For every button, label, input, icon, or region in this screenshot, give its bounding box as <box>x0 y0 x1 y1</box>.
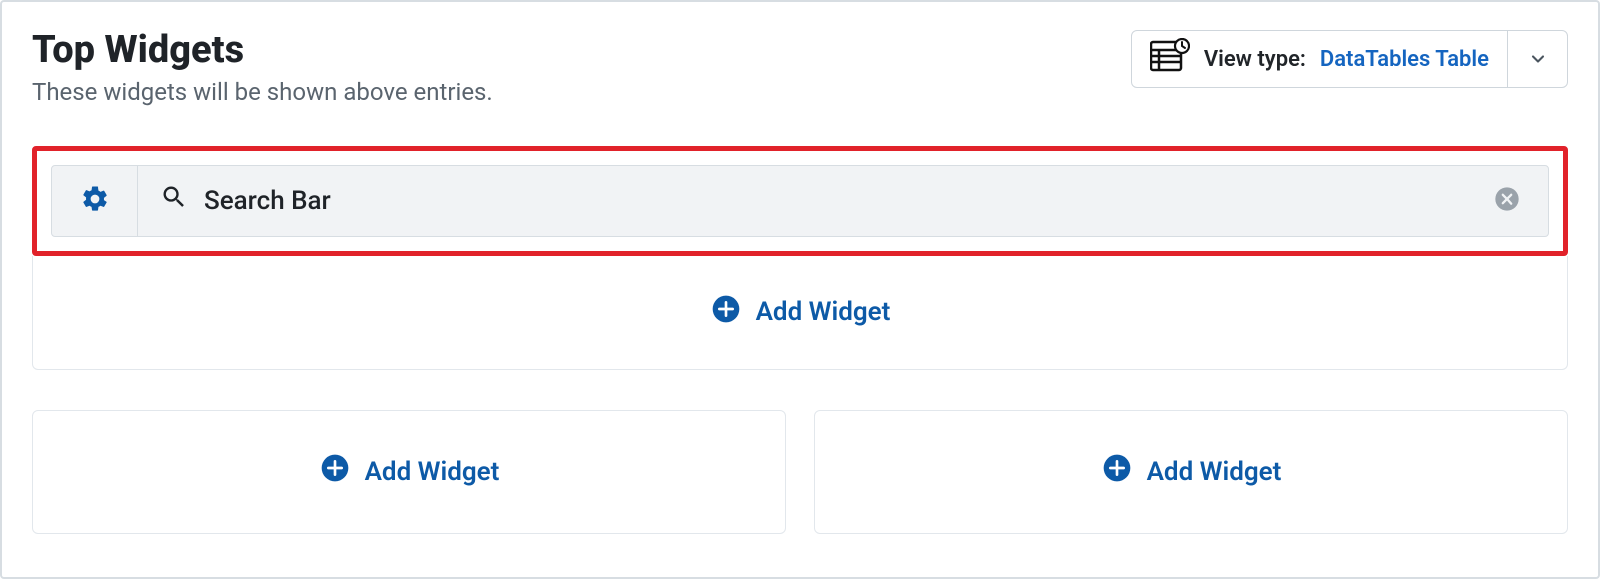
view-type-value: DataTables Table <box>1320 47 1489 72</box>
widget-label: Search Bar <box>204 186 331 216</box>
widget-remove-button[interactable] <box>1476 166 1548 236</box>
search-icon <box>160 183 188 218</box>
add-widget-label: Add Widget <box>756 297 891 327</box>
header-row: Top Widgets These widgets will be shown … <box>32 30 1568 106</box>
add-widget-button-full[interactable]: Add Widget <box>32 256 1568 370</box>
plus-circle-icon <box>710 293 742 332</box>
highlighted-widget-area: Search Bar <box>32 146 1568 256</box>
add-widget-button-left[interactable]: Add Widget <box>32 410 786 534</box>
view-type-display[interactable]: View type: DataTables Table <box>1132 31 1507 87</box>
widget-settings-button[interactable] <box>52 166 138 236</box>
gear-icon <box>80 184 110 218</box>
plus-circle-icon <box>1101 452 1133 491</box>
add-widget-button-right[interactable]: Add Widget <box>814 410 1568 534</box>
plus-circle-icon <box>319 452 351 491</box>
columns-area: Add Widget Add Widget <box>32 410 1568 534</box>
close-circle-icon <box>1493 185 1521 217</box>
add-widget-label: Add Widget <box>1147 457 1282 487</box>
panel: Top Widgets These widgets will be shown … <box>0 0 1600 579</box>
widget-row-search-bar[interactable]: Search Bar <box>51 165 1549 237</box>
widget-body[interactable]: Search Bar <box>138 166 1476 236</box>
view-type-dropdown-toggle[interactable] <box>1507 31 1567 87</box>
view-type-selector[interactable]: View type: DataTables Table <box>1131 30 1568 88</box>
page-subtitle: These widgets will be shown above entrie… <box>32 78 493 106</box>
page-title: Top Widgets <box>32 30 493 72</box>
add-widget-label: Add Widget <box>365 457 500 487</box>
view-type-label: View type: <box>1204 47 1306 72</box>
table-icon <box>1150 38 1190 80</box>
title-block: Top Widgets These widgets will be shown … <box>32 30 493 106</box>
